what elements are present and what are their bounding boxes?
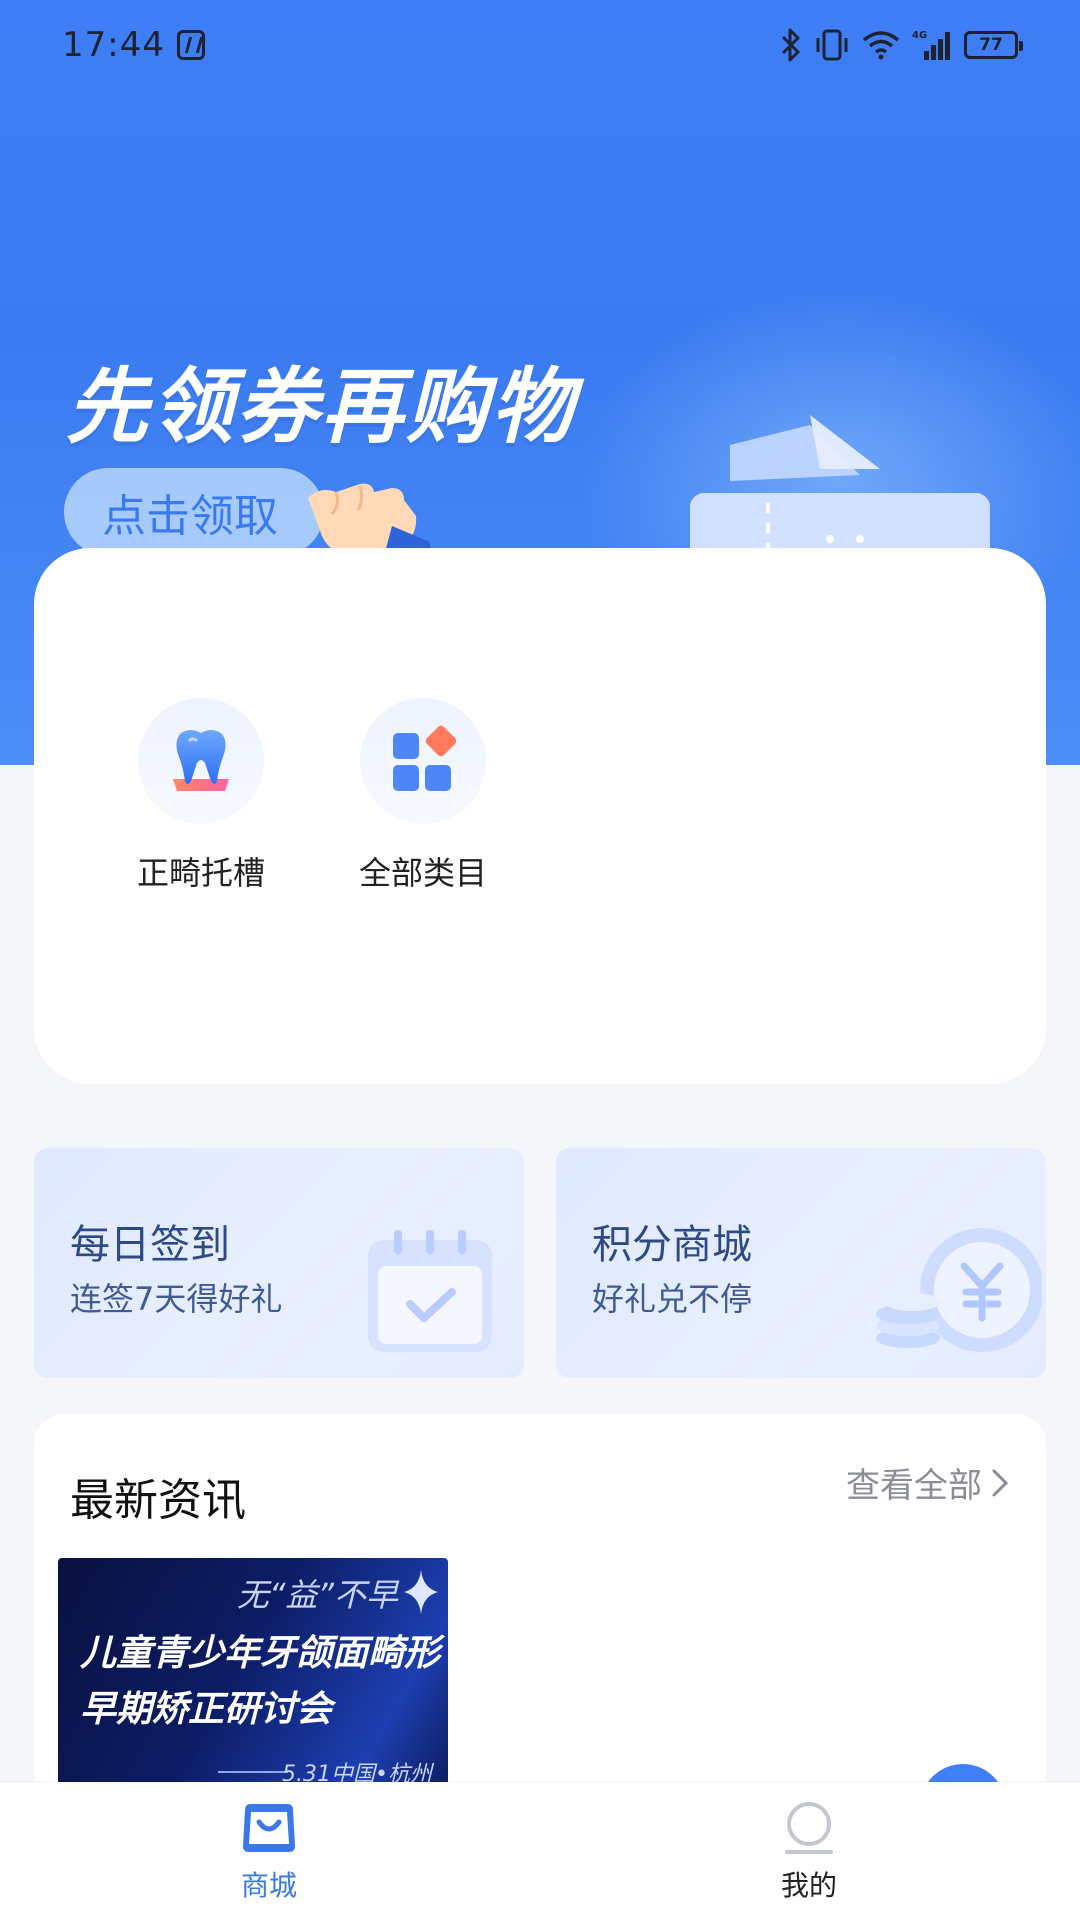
category-card: 正畸托槽 全部类目	[34, 548, 1046, 1084]
category-icon-circle	[138, 698, 264, 824]
grid-icon	[393, 725, 457, 791]
banner-headline-line1: 儿童青少年牙颌面畸形	[80, 1633, 441, 1674]
yuan-coin-icon	[876, 1228, 1042, 1352]
news-article-banner[interactable]: 无“益”不早 儿童青少年牙颌面畸形 早期矫正研讨会 5.31中国•杭州	[58, 1558, 448, 1798]
bottom-tab-bar: 商城 我的	[0, 1782, 1080, 1920]
tab-profile-label: 我的	[780, 1869, 837, 1902]
category-item-all[interactable]: 全部类目	[323, 698, 523, 894]
banner-tagline: 无“益”不早	[236, 1576, 398, 1614]
claim-coupon-button[interactable]: 点击领取	[64, 468, 324, 556]
battery-level: 77	[979, 35, 1003, 55]
category-label: 正畸托槽	[136, 854, 265, 892]
profile-icon	[785, 1802, 833, 1854]
status-right: 4G 77	[780, 28, 1023, 62]
coupon-illustration	[690, 415, 990, 565]
points-mall-card[interactable]: 积分商城 好礼兑不停	[556, 1148, 1046, 1378]
category-icon-circle	[360, 698, 486, 824]
wifi-icon	[862, 31, 900, 60]
hero-title: 先领券再购物	[66, 360, 576, 455]
category-label: 全部类目	[358, 854, 487, 892]
daily-checkin-card[interactable]: 每日签到 连签7天得好礼	[34, 1148, 524, 1378]
points-mall-subtitle: 好礼兑不停	[592, 1280, 753, 1318]
chevron-right-icon	[992, 1469, 1009, 1496]
checkin-subtitle: 连签7天得好礼	[70, 1280, 283, 1318]
status-bar: 17:44 4G 77	[0, 0, 1080, 90]
svg-text:4G: 4G	[912, 30, 927, 41]
app-screen: 先领券再购物 点击领取 17:44 4G 77 正畸托槽 全部类目 每日签到 连…	[0, 0, 1080, 1920]
view-all-label: 查看全部	[846, 1466, 982, 1506]
tab-shop[interactable]: 商城	[189, 1800, 349, 1904]
sparkle-icon	[404, 1570, 438, 1614]
tab-profile[interactable]: 我的	[729, 1800, 889, 1904]
tab-shop-label: 商城	[240, 1869, 297, 1902]
cellular-signal-icon: 4G	[912, 30, 950, 60]
view-all-link[interactable]: 查看全部	[846, 1458, 1010, 1507]
calendar-icon	[368, 1230, 492, 1352]
news-section-title: 最新资讯	[70, 1475, 246, 1526]
pointing-hand-icon	[308, 483, 430, 556]
shop-bag-icon	[243, 1804, 295, 1852]
vibrate-icon	[816, 29, 848, 61]
tooth-icon	[173, 730, 229, 791]
news-section: 最新资讯 查看全部 无“益”不早 儿童青少年牙颌面畸形 早期矫正研讨会 5.31…	[34, 1414, 1046, 1814]
points-mall-title: 积分商城	[592, 1222, 752, 1268]
nfc-icon	[176, 30, 205, 60]
status-time: 17:44	[62, 25, 165, 65]
banner-headline-line2: 早期矫正研讨会	[80, 1689, 333, 1730]
status-left: 17:44	[62, 25, 205, 65]
banner-divider	[218, 1771, 288, 1773]
checkin-title: 每日签到	[70, 1222, 230, 1268]
bluetooth-icon	[781, 28, 800, 62]
category-item-brackets[interactable]: 正畸托槽	[101, 698, 301, 894]
battery-icon: 77	[964, 31, 1023, 59]
